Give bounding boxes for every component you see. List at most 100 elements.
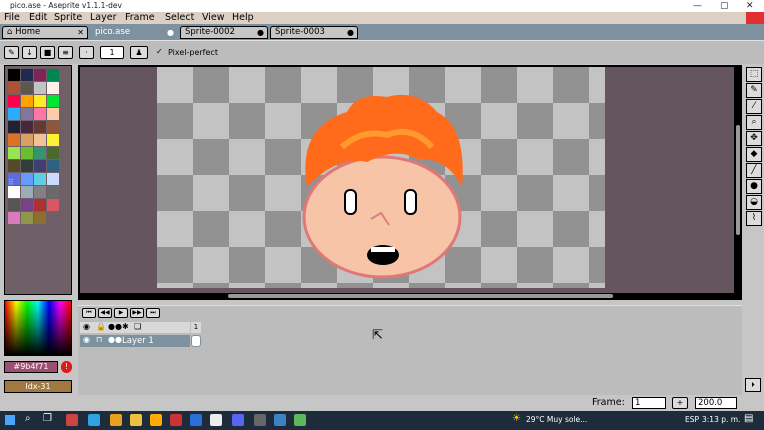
vscode-icon[interactable] (190, 414, 202, 426)
cel[interactable] (191, 335, 201, 347)
palette-swatch[interactable] (21, 82, 33, 94)
chrome-icon[interactable] (110, 414, 122, 426)
menu-layer[interactable]: Layer (90, 12, 117, 24)
maximize-button[interactable]: ▢ (720, 0, 729, 12)
palette-swatch[interactable] (21, 173, 33, 185)
palette-swatch[interactable] (47, 199, 59, 211)
tab-sprite-0003[interactable]: Sprite-0003 ● (270, 26, 358, 39)
palette-swatch[interactable] (21, 199, 33, 211)
palette-swatch[interactable] (21, 160, 33, 172)
palette-swatch[interactable] (34, 82, 46, 94)
tab-modified-icon[interactable]: ● (347, 27, 354, 38)
ellipse-icon[interactable]: ● (746, 179, 762, 194)
eye-icon[interactable]: ◉ (83, 322, 90, 331)
add-frame-button[interactable]: + (672, 397, 688, 409)
aseprite-taskbar-icon[interactable] (210, 414, 222, 426)
palette-swatch[interactable] (8, 186, 20, 198)
menu-view[interactable]: View (202, 12, 225, 24)
first-frame-button[interactable]: ⏮ (82, 308, 96, 318)
palette-swatch[interactable] (21, 147, 33, 159)
layer-continuous-icon[interactable]: ●● (108, 335, 122, 344)
lock-icon[interactable]: 🔒 (96, 322, 106, 331)
weather-text[interactable]: 29°C Muy sole... (526, 415, 587, 424)
palette-swatch[interactable] (8, 199, 20, 211)
palette-swatch[interactable] (8, 212, 20, 224)
edge-icon[interactable] (88, 414, 100, 426)
horizontal-scrollbar[interactable] (228, 294, 613, 298)
menu-frame[interactable]: Frame (125, 12, 155, 24)
next-frame-button[interactable]: ▶▶ (130, 308, 144, 318)
palette-swatch[interactable] (8, 147, 20, 159)
paint-bucket-icon[interactable]: ◆ (746, 147, 762, 162)
palette-swatch[interactable] (8, 82, 20, 94)
palette-swatch[interactable] (8, 160, 20, 172)
palette-swatch[interactable] (21, 212, 33, 224)
blur-icon[interactable]: ⌇ (746, 211, 762, 226)
palette-swatch[interactable] (34, 186, 46, 198)
frame-header[interactable]: 1 (191, 322, 201, 333)
menu-sprite[interactable]: Sprite (54, 12, 82, 24)
palette-swatch[interactable] (34, 160, 46, 172)
line-icon[interactable]: ╱ (746, 163, 762, 178)
windows-start-icon[interactable] (5, 415, 15, 425)
layers-icon[interactable]: ❏ (134, 322, 141, 331)
menu-help[interactable]: Help (232, 12, 254, 24)
palette-swatch[interactable] (8, 134, 20, 146)
tab-sprite-0002[interactable]: Sprite-0002 ● (180, 26, 268, 39)
brush-size-input[interactable]: 1 (100, 46, 124, 59)
timeline-toggle-icon[interactable]: ⏵ (745, 378, 761, 392)
palette-swatch[interactable] (47, 121, 59, 133)
arrow-down-icon[interactable]: ↓ (22, 46, 37, 59)
palette-swatch[interactable] (34, 212, 46, 224)
palette-swatch[interactable] (34, 199, 46, 211)
menu-file[interactable]: File (4, 12, 20, 24)
app-icon[interactable] (66, 414, 78, 426)
eyedropper-icon[interactable]: ⁄ (746, 99, 762, 114)
palette-swatch[interactable] (21, 69, 33, 81)
zoom-input[interactable]: 200.0 (695, 397, 737, 409)
tab-modified-icon[interactable]: ● (167, 27, 174, 38)
warning-icon[interactable]: ! (61, 361, 72, 373)
palette-swatch[interactable] (34, 95, 46, 107)
clock[interactable]: 3:13 p. m. (702, 415, 740, 424)
notifications-icon[interactable]: ▤ (744, 413, 753, 424)
palette-swatch[interactable] (21, 108, 33, 120)
foreground-color-button[interactable]: #9b4f71 (4, 361, 58, 373)
ink-icon[interactable]: ♟ (130, 46, 148, 59)
rectangular-marquee-icon[interactable]: ⬚ (746, 67, 762, 82)
palette-swatch[interactable] (8, 69, 20, 81)
palette-swatch[interactable] (21, 134, 33, 146)
palette-swatch[interactable] (34, 173, 46, 185)
app-icon[interactable] (150, 414, 162, 426)
discord-icon[interactable] (232, 414, 244, 426)
previous-frame-button[interactable]: ◀◀ (98, 308, 112, 318)
palette-swatch[interactable] (47, 108, 59, 120)
palette-swatch[interactable] (47, 134, 59, 146)
palette-swatch[interactable] (47, 95, 59, 107)
close-window-button[interactable]: ✕ (746, 0, 754, 12)
minimize-button[interactable]: — (693, 0, 702, 12)
layer-row[interactable]: ◉ ⊓ ●● Layer 1 (80, 335, 190, 347)
tab-pico[interactable]: pico.ase ● (90, 26, 178, 39)
app-icon[interactable] (170, 414, 182, 426)
palette-swatch[interactable] (21, 186, 33, 198)
palette-swatch[interactable] (47, 82, 59, 94)
palette-swatch[interactable] (8, 121, 20, 133)
tab-modified-icon[interactable]: ● (257, 27, 264, 38)
gear-icon[interactable]: ✱ (122, 322, 129, 331)
pencil-icon[interactable]: ✎ (746, 83, 762, 98)
search-icon[interactable]: ⌕ (25, 413, 31, 424)
layer-lock-icon[interactable]: ⊓ (96, 335, 102, 344)
palette-swatch[interactable] (34, 108, 46, 120)
palette-swatch[interactable] (47, 173, 59, 185)
continuous-icon[interactable]: ●● (108, 322, 122, 331)
tab-home[interactable]: ⌂ Home ✕ (2, 26, 88, 39)
lines-icon[interactable]: ≡ (58, 46, 73, 59)
brush-dot-icon[interactable]: · (79, 46, 94, 59)
palette-swatch[interactable] (21, 121, 33, 133)
zoom-icon[interactable]: ⌕ (746, 115, 762, 130)
pixel-perfect-checkbox[interactable]: ✓ (156, 47, 163, 56)
contour-icon[interactable]: ◒ (746, 195, 762, 210)
palette-swatch[interactable] (34, 134, 46, 146)
palette-resize-icon[interactable]: ⠿ (8, 178, 14, 187)
